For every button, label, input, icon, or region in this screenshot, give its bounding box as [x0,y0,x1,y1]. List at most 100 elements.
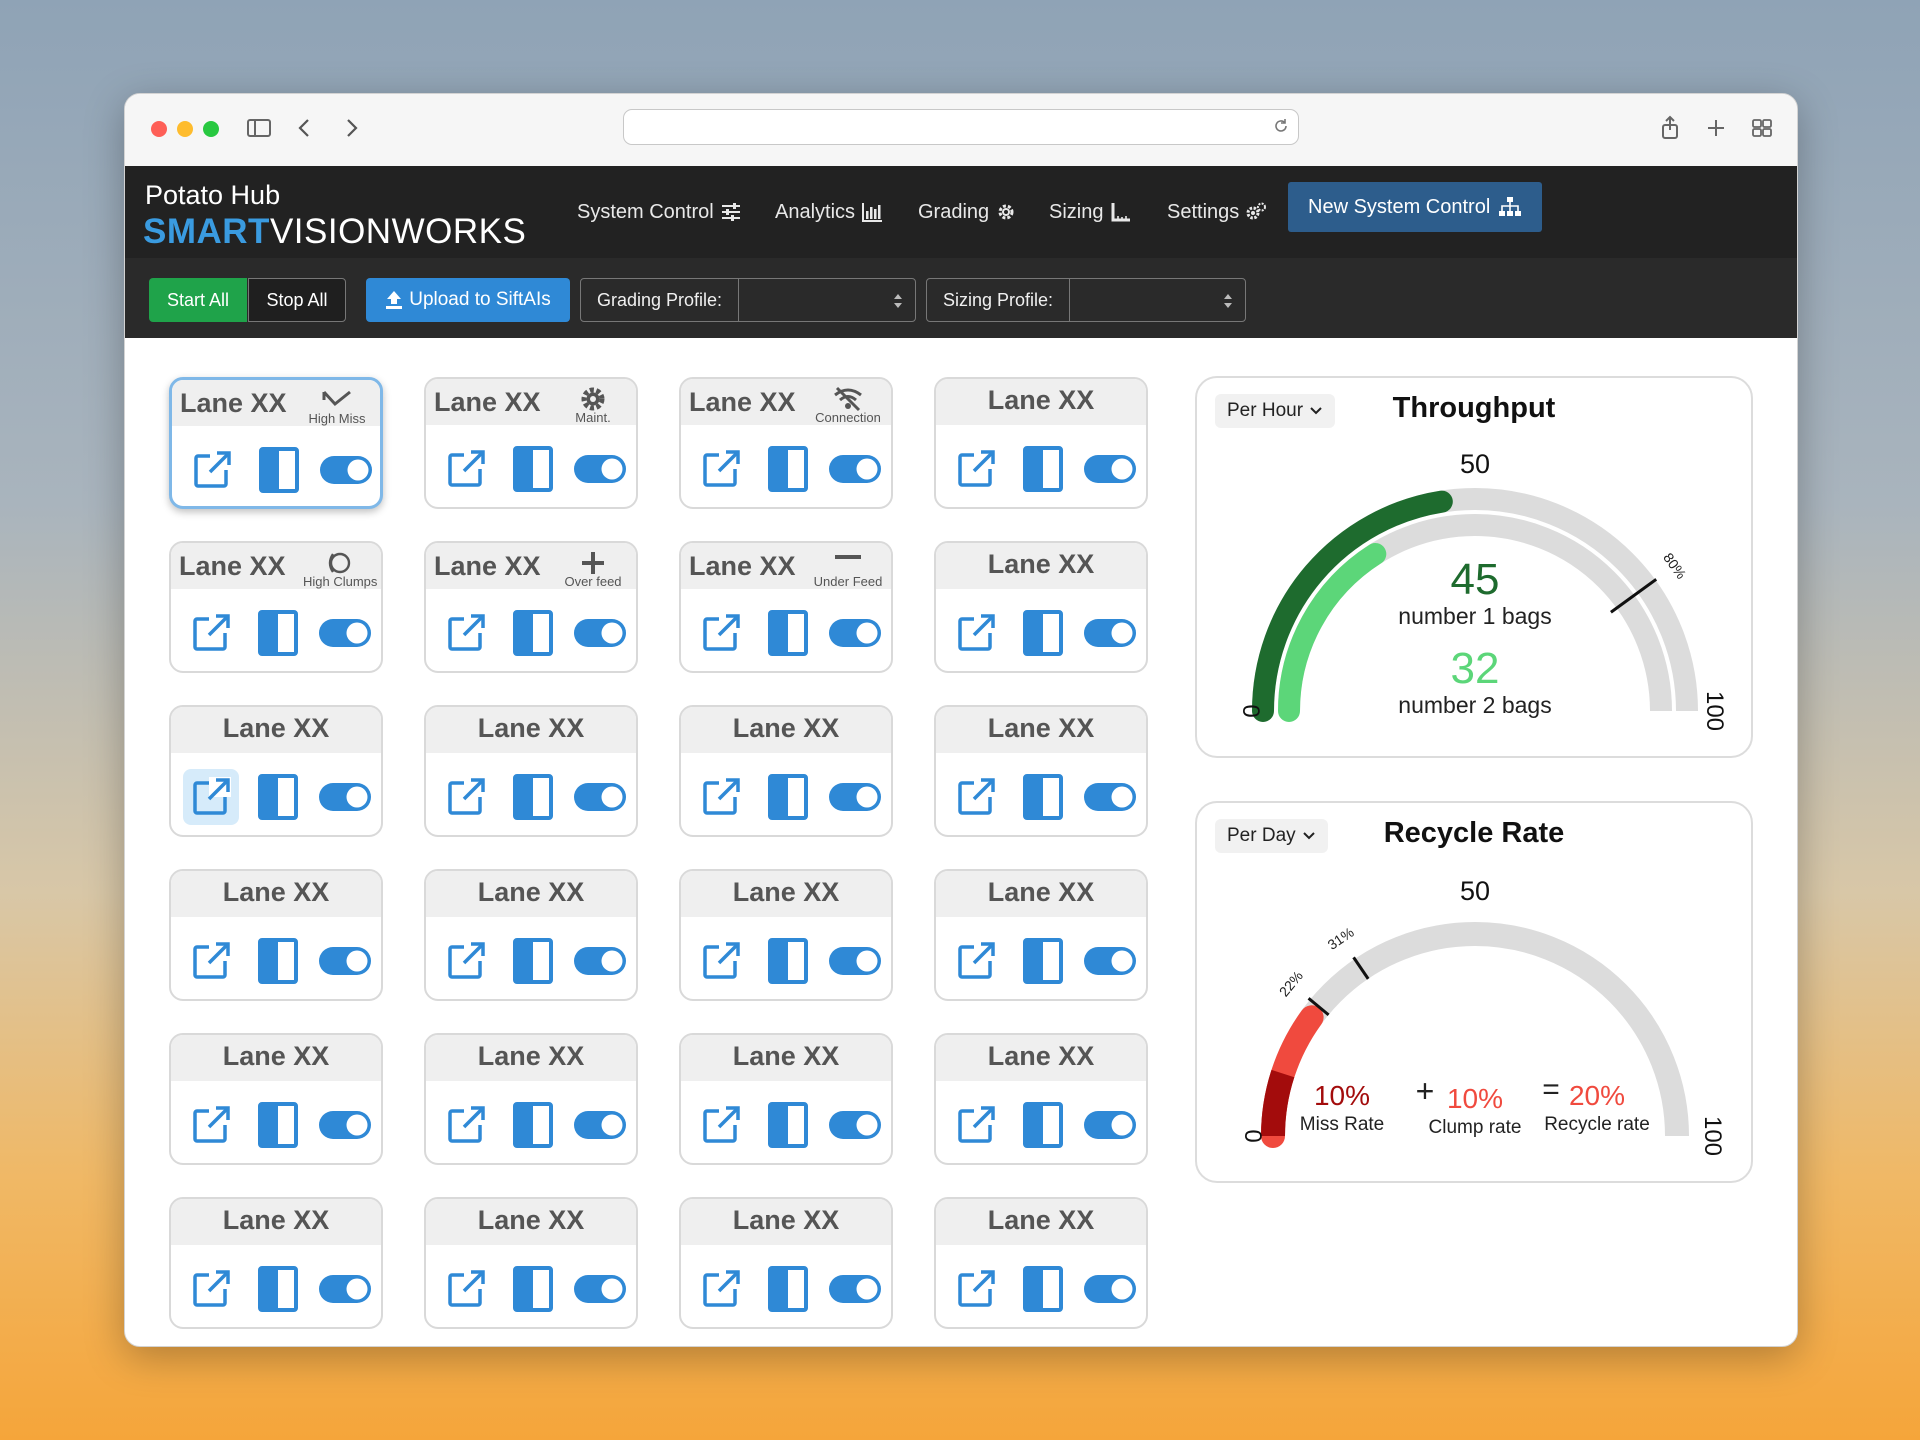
lane-card[interactable]: Lane XX [934,1033,1148,1165]
lane-card[interactable]: Lane XX [679,869,893,1001]
lane-toggle-switch[interactable] [572,441,628,497]
split-view-icon[interactable] [251,442,307,498]
lane-toggle-switch[interactable] [1082,769,1138,825]
edit-icon[interactable] [183,769,239,825]
split-view-icon[interactable] [1015,1097,1071,1153]
lane-card[interactable]: Lane XX [679,705,893,837]
nav-system-control[interactable]: System Control [577,197,742,227]
split-view-icon[interactable] [505,441,561,497]
edit-icon[interactable] [183,1097,239,1153]
split-view-icon[interactable] [505,1097,561,1153]
split-view-icon[interactable] [505,933,561,989]
lane-toggle-switch[interactable] [827,933,883,989]
edit-icon[interactable] [948,605,1004,661]
split-view-icon[interactable] [760,933,816,989]
lane-toggle-switch[interactable] [827,605,883,661]
sidebar-toggle-icon[interactable] [245,114,273,142]
lane-card[interactable]: Lane XX [934,541,1148,673]
lane-toggle-switch[interactable] [572,605,628,661]
edit-icon[interactable] [438,769,494,825]
split-view-icon[interactable] [760,1097,816,1153]
lane-toggle-switch[interactable] [1082,933,1138,989]
lane-card[interactable]: Lane XX [424,869,638,1001]
upload-button[interactable]: Upload to SiftAIs [366,278,570,322]
split-view-icon[interactable] [1015,933,1071,989]
split-view-icon[interactable] [250,605,306,661]
nav-sizing[interactable]: Sizing [1049,197,1131,227]
lane-card[interactable]: Lane XX High Clumps [169,541,383,673]
lane-card[interactable]: Lane XX [934,869,1148,1001]
edit-icon[interactable] [693,1097,749,1153]
nav-analytics[interactable]: Analytics [775,197,883,227]
edit-icon[interactable] [438,1097,494,1153]
split-view-icon[interactable] [760,769,816,825]
minimize-window-button[interactable] [177,121,193,137]
lane-card[interactable]: Lane XX [169,1197,383,1329]
split-view-icon[interactable] [250,933,306,989]
lane-card[interactable]: Lane XX [679,1033,893,1165]
lane-card[interactable]: Lane XX Maint. [424,377,638,509]
lane-card[interactable]: Lane XX [934,705,1148,837]
lane-toggle-switch[interactable] [572,1261,628,1317]
sizing-profile-select[interactable]: Sizing Profile: [926,278,1246,322]
new-tab-icon[interactable] [1702,114,1730,142]
lane-card[interactable]: Lane XX [424,705,638,837]
lane-card[interactable]: Lane XX [169,705,383,837]
split-view-icon[interactable] [1015,605,1071,661]
lane-toggle-switch[interactable] [827,1261,883,1317]
edit-icon[interactable] [438,605,494,661]
reload-icon[interactable] [1272,117,1290,135]
lane-toggle-switch[interactable] [1082,441,1138,497]
forward-icon[interactable] [337,114,365,142]
split-view-icon[interactable] [505,769,561,825]
edit-icon[interactable] [948,1261,1004,1317]
lane-card[interactable]: Lane XX [169,869,383,1001]
lane-toggle-switch[interactable] [317,605,373,661]
lane-toggle-switch[interactable] [317,1097,373,1153]
lane-toggle-switch[interactable] [1082,605,1138,661]
split-view-icon[interactable] [250,1261,306,1317]
lane-card[interactable]: Lane XX [424,1197,638,1329]
lane-toggle-switch[interactable] [317,769,373,825]
lane-toggle-switch[interactable] [317,933,373,989]
edit-icon[interactable] [183,605,239,661]
lane-toggle-switch[interactable] [572,1097,628,1153]
lane-card[interactable]: Lane XX [424,1033,638,1165]
edit-icon[interactable] [948,1097,1004,1153]
grading-profile-select[interactable]: Grading Profile: [580,278,916,322]
lane-toggle-switch[interactable] [827,769,883,825]
edit-icon[interactable] [948,441,1004,497]
split-view-icon[interactable] [250,1097,306,1153]
stop-all-button[interactable]: Stop All [248,278,346,322]
back-icon[interactable] [291,114,319,142]
grading-profile-dropdown[interactable] [739,279,915,321]
edit-icon[interactable] [948,769,1004,825]
split-view-icon[interactable] [760,441,816,497]
lane-toggle-switch[interactable] [318,442,374,498]
edit-icon[interactable] [693,605,749,661]
split-view-icon[interactable] [250,769,306,825]
close-window-button[interactable] [151,121,167,137]
split-view-icon[interactable] [1015,769,1071,825]
split-view-icon[interactable] [760,1261,816,1317]
lane-card[interactable]: Lane XX Connection [679,377,893,509]
lane-card[interactable]: Lane XX [934,1197,1148,1329]
lane-toggle-switch[interactable] [1082,1261,1138,1317]
edit-icon[interactable] [184,442,240,498]
lane-toggle-switch[interactable] [572,769,628,825]
lane-toggle-switch[interactable] [827,441,883,497]
edit-icon[interactable] [183,933,239,989]
lane-toggle-switch[interactable] [572,933,628,989]
lane-card[interactable]: Lane XX [934,377,1148,509]
edit-icon[interactable] [693,933,749,989]
lane-card[interactable]: Lane XX High Miss [169,377,383,509]
edit-icon[interactable] [438,1261,494,1317]
new-system-control-button[interactable]: New System Control [1288,182,1543,232]
edit-icon[interactable] [948,933,1004,989]
sizing-profile-dropdown[interactable] [1070,279,1245,321]
start-all-button[interactable]: Start All [149,278,247,322]
split-view-icon[interactable] [760,605,816,661]
edit-icon[interactable] [693,769,749,825]
maximize-window-button[interactable] [203,121,219,137]
split-view-icon[interactable] [505,605,561,661]
